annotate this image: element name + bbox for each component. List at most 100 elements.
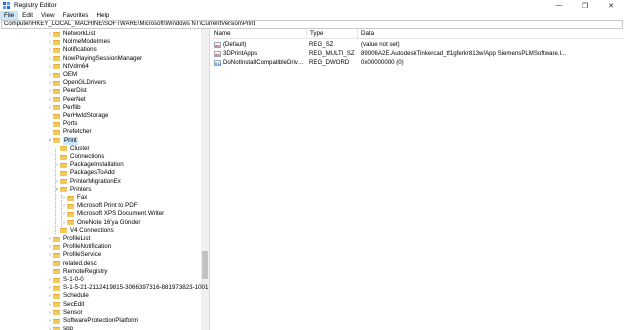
maximize-button[interactable]: ❐ (572, 0, 598, 11)
tree-item[interactable]: related.desc (47, 260, 97, 268)
tree-item[interactable]: › PeerNet (47, 96, 86, 104)
list-header: Name Type Data (211, 29, 624, 39)
tree-item[interactable]: Ports (47, 120, 77, 128)
tree-item[interactable]: › Fax (61, 194, 87, 202)
folder-icon (53, 261, 60, 267)
folder-icon (53, 47, 60, 53)
tree-item-label: Cluster (70, 144, 90, 152)
window-controls: — ❐ ✕ (546, 0, 624, 11)
tree-item-label: spp (63, 325, 73, 330)
tree-item[interactable]: › PrinterMigrationEx (54, 178, 121, 186)
tree-item-label: Microsoft XPS Document Writer (77, 210, 165, 218)
tree-item-label: PackageInstallation (70, 161, 124, 169)
tree-item-label: PrinterMigrationEx (70, 177, 121, 185)
menu-help[interactable]: Help (92, 11, 113, 20)
folder-icon (53, 293, 60, 299)
address-bar[interactable]: Computer\HKEY_LOCAL_MACHINE\SOFTWARE\Mic… (1, 20, 623, 29)
tree-item-label: S-1-0-0 (63, 276, 84, 284)
value-name: DoNotInstallCompatibleDriverFro... (223, 59, 305, 66)
folder-icon (53, 302, 60, 308)
tree-scrollbar-thumb[interactable] (202, 251, 208, 279)
tree-item[interactable]: RemoteRegistry (47, 268, 107, 276)
tree-item[interactable]: › PeerDist (47, 87, 87, 95)
tree-item[interactable]: › SecEdit (47, 301, 84, 309)
tree-item[interactable]: › OneNote 16'ya Gönder (61, 219, 140, 227)
tree-item[interactable]: Connections (54, 153, 104, 161)
tree-item[interactable]: › NoImeModeImes (47, 38, 110, 46)
tree-item-label: PerHwIdStorage (63, 112, 109, 120)
tree-item[interactable]: › PackageInstallation (54, 161, 124, 169)
key-tree-pane: › NetworkList › NoImeModeImes › Notifications… (0, 29, 210, 330)
folder-icon (53, 269, 60, 275)
folder-icon (53, 105, 60, 111)
folder-icon (60, 179, 67, 185)
tree-item-label: Connections (70, 153, 105, 161)
tree-item[interactable]: › Perflib (47, 103, 81, 112)
window-title: Registry Editor (14, 2, 57, 9)
menu-edit[interactable]: Edit (18, 11, 37, 20)
value-data: 89006A2E.AutodeskTinkercad_tf1gferkr813w… (361, 50, 567, 57)
folder-icon (67, 220, 74, 226)
tree-item-label: OneNote 16'ya Gönder (77, 218, 141, 226)
tree-item[interactable]: › NetworkList (47, 30, 95, 38)
string-value-icon: ab (214, 41, 221, 48)
tree-item-label: PackagesToAdd (70, 169, 115, 177)
tree-item-label: Print (63, 136, 78, 145)
menu-favorites[interactable]: Favorites (59, 11, 93, 20)
tree-item[interactable]: › Microsoft XPS Document Writer (61, 210, 164, 218)
column-header-data[interactable]: Data (358, 29, 624, 38)
tree-item[interactable]: › Sensor (47, 309, 82, 317)
folder-icon (53, 318, 60, 324)
tree-item[interactable]: › spp (47, 325, 73, 330)
tree-item[interactable]: › S-1-5-21-2112419815-3066397316-88197382… (47, 284, 208, 292)
tree-item[interactable]: Prefetcher (47, 128, 92, 136)
minimize-button[interactable]: — (546, 0, 572, 11)
tree-item-label: Prefetcher (63, 128, 92, 136)
tree-item[interactable]: PerHwIdStorage (47, 112, 108, 120)
column-header-name[interactable]: Name (211, 29, 307, 38)
folder-icon (67, 195, 74, 201)
value-row[interactable]: 011DoNotInstallCompatibleDriverFro... REG… (211, 58, 584, 67)
tree-item-label: PeerDist (63, 87, 87, 95)
folder-icon (60, 162, 67, 168)
tree-item[interactable]: › SoftwareProtectionPlatform (47, 317, 138, 325)
folder-icon (53, 88, 60, 94)
folder-icon (67, 203, 74, 209)
tree-item[interactable]: › NtVdm64 (47, 63, 89, 71)
column-header-type[interactable]: Type (307, 29, 358, 38)
tree-item-label: Ports (63, 120, 78, 128)
tree-item[interactable]: V4 Connections (54, 227, 114, 235)
menu-file[interactable]: File (0, 11, 19, 20)
value-row[interactable]: ab 3DPrintApps REG_MULTI_SZ 89006A2E.Autode… (211, 49, 584, 58)
title-bar: Registry Editor — ❐ ✕ (0, 0, 624, 11)
tree-item-label: OpenGLDrivers (63, 79, 106, 87)
menu-view[interactable]: View (37, 11, 59, 20)
tree-item[interactable]: › ProfileNotification (47, 243, 111, 251)
tree-item[interactable]: › Microsoft Print to PDF (61, 202, 137, 210)
tree-item[interactable]: › NowPlayingSessionManager (47, 55, 142, 63)
tree-item[interactable]: › ProfileService (47, 251, 101, 259)
tree-item[interactable]: › OpenGLDrivers (47, 79, 106, 87)
tree-item-label: ProfileService (63, 251, 102, 259)
folder-icon (53, 64, 60, 70)
value-type: REG_DWORD (309, 59, 350, 66)
tree-item[interactable]: Cluster (54, 145, 90, 153)
tree-item-label: NtVdm64 (63, 62, 89, 70)
value-row[interactable]: ab (Default) REG_SZ (value not set) (211, 40, 584, 49)
tree-item[interactable]: › S-1-0-0 (47, 276, 84, 284)
tree-item-label: OEM (63, 71, 78, 79)
tree-item[interactable]: › OEM (47, 71, 77, 79)
tree-item[interactable]: ˅ Printers (54, 185, 92, 194)
tree-item-label: NoImeModeImes (63, 38, 111, 46)
tree-item[interactable]: ˅ Print (47, 136, 78, 145)
tree-item[interactable]: › Notifications (47, 46, 97, 54)
tree-item-label: Perflib (63, 103, 81, 111)
tree-item[interactable]: PackagesToAdd (54, 169, 115, 177)
tree-item-label: related.desc (63, 259, 97, 267)
tree-item-label: RemoteRegistry (63, 267, 108, 275)
folder-icon (53, 310, 60, 316)
tree-item[interactable]: › Schedule (47, 292, 89, 300)
close-button[interactable]: ✕ (598, 0, 624, 11)
tree-item[interactable]: › ProfileList (47, 235, 90, 243)
tree-item-label: Printers (70, 185, 92, 193)
